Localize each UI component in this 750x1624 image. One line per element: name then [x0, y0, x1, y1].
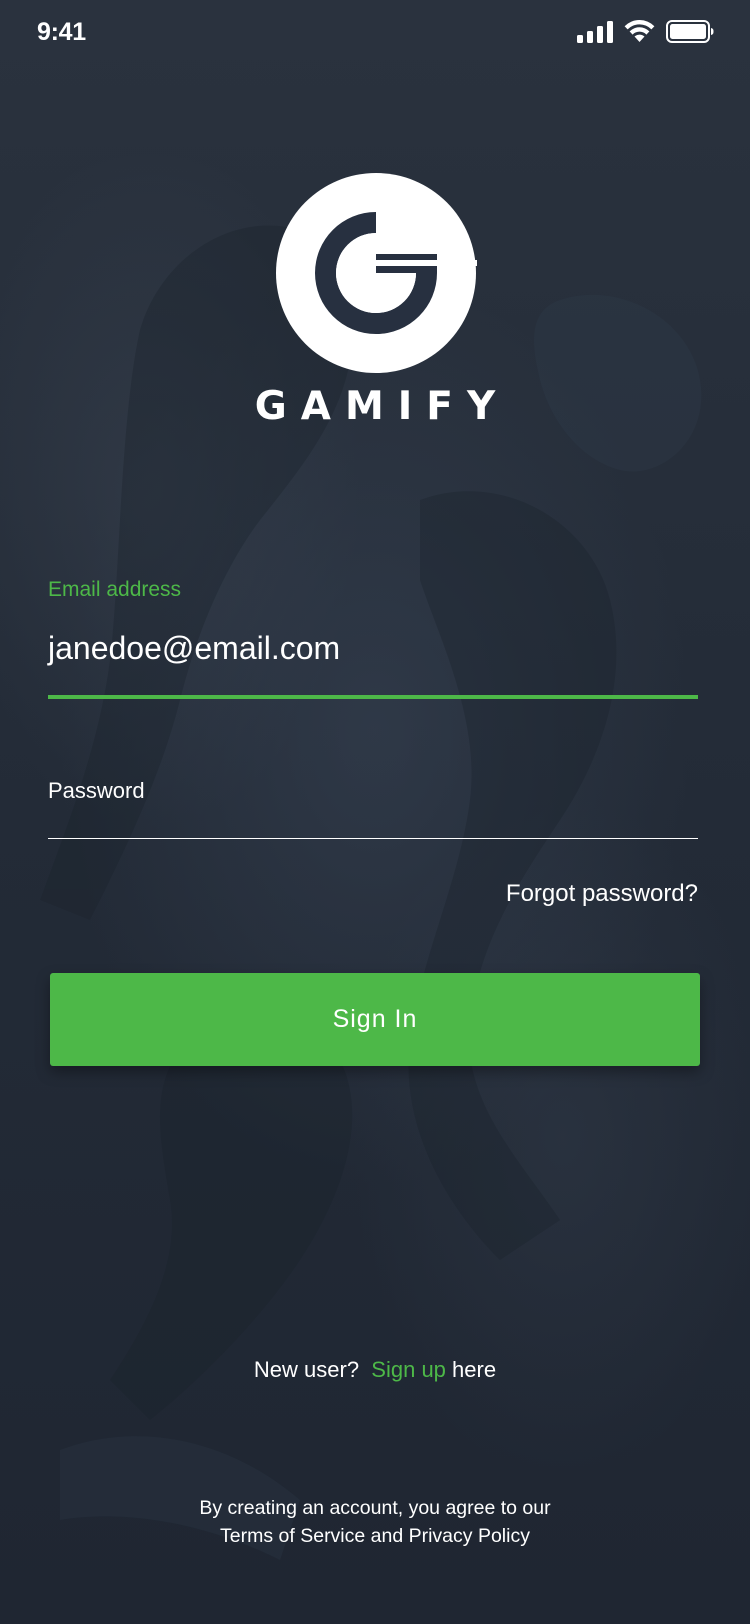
sign-in-button[interactable]: Sign In	[50, 973, 700, 1066]
forgot-password-link[interactable]: Forgot password?	[506, 880, 698, 908]
terms-of-service-privacy-link[interactable]: Terms of Service and Privacy Policy	[0, 1522, 750, 1550]
password-field[interactable]: Password	[48, 778, 698, 804]
sign-up-link[interactable]: Sign up	[371, 1357, 446, 1382]
email-field-underline	[48, 695, 698, 699]
login-screen: 9:41 GAMIFY Email address janedoe@email.…	[0, 0, 750, 1624]
signup-row: New user? Sign up here	[0, 1357, 750, 1383]
status-time: 9:41	[37, 18, 86, 46]
terms-line-1: By creating an account, you agree to our	[199, 1497, 551, 1519]
email-field[interactable]: janedoe@email.com	[48, 630, 698, 667]
signup-suffix: here	[452, 1357, 497, 1382]
status-bar: 9:41	[0, 0, 750, 70]
signup-prefix: New user?	[253, 1357, 360, 1382]
battery-icon	[666, 20, 714, 47]
gamify-logo-icon	[276, 173, 477, 373]
terms-notice: By creating an account, you agree to our…	[0, 1494, 750, 1550]
password-field-underline	[48, 838, 698, 839]
status-icons	[577, 19, 714, 47]
wifi-icon	[624, 19, 655, 47]
brand-name: GAMIFY	[254, 384, 510, 429]
signal-icon	[577, 20, 613, 47]
email-label: Email address	[48, 578, 182, 601]
